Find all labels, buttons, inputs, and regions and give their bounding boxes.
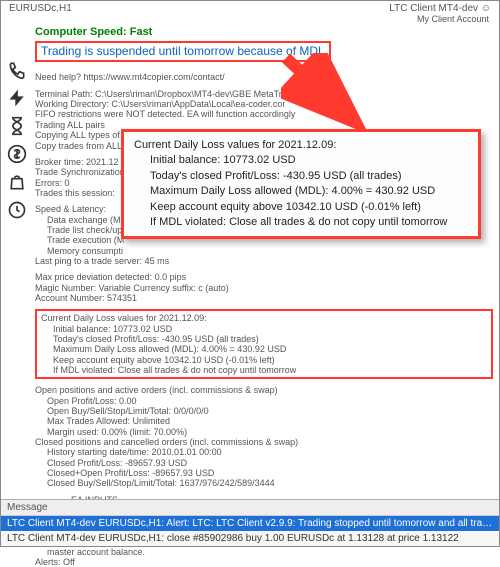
journal-row-alert[interactable]: LTC Client MT4-dev EURUSDc,H1: Alert: LT… [1,516,499,531]
journal-panel: Message LTC Client MT4-dev EURUSDc,H1: A… [1,499,499,546]
sidebar-icons [7,26,31,567]
bag-icon [7,172,31,194]
fifo-line: FIFO restrictions were NOT detected. EA … [35,109,493,119]
callout-l4: Keep account equity above 10342.10 USD (… [150,200,468,215]
ea-panel: Computer Speed: Fast Trading is suspende… [31,26,493,567]
magic-number: Magic Number: Variable Currency suffix: … [35,283,493,293]
mdl-initial: Initial balance: 10773.02 USD [41,324,487,334]
mdl-inline-box: Current Daily Loss values for 2021.12.09… [35,309,493,379]
master-balance: master account balance. [35,547,493,557]
dollar-icon [7,144,31,166]
hourglass-icon [7,116,31,138]
closed-pl: Closed Profit/Loss: -89657.93 USD [35,458,493,468]
mdl-closedpl: Today's closed Profit/Loss: -430.95 USD … [41,334,487,344]
closed-counts: Closed Buy/Sell/Stop/Limit/Total: 1637/9… [35,478,493,488]
computer-speed-label: Computer Speed: Fast [35,26,493,39]
closed-open-pl: Closed+Open Profit/Loss: -89657.93 USD [35,468,493,478]
callout-title: Current Daily Loss values for 2021.12.09… [134,138,468,153]
closed-title: Closed positions and cancelled orders (i… [35,437,493,447]
phone-icon [7,60,31,82]
account-block: Max price deviation detected: 0.0 pips M… [35,272,493,303]
my-client-account-link[interactable]: My Client Account [417,14,489,24]
suspended-banner: Trading is suspended until tomorrow beca… [35,41,331,63]
help-link[interactable]: Need help? https://www.mt4copier.com/con… [35,72,493,82]
journal-row-trade[interactable]: LTC Client MT4-dev EURUSDc,H1: close #85… [1,531,499,546]
open-title: Open positions and active orders (incl. … [35,385,493,395]
terminal-path: Terminal Path: C:\Users\riman\Dropbox\MT… [35,89,285,99]
chart-header: EURUSDc,H1 LTC Client MT4-dev ☺ [1,1,499,14]
working-dir: Working Directory: C:\Users\riman\AppDat… [35,99,285,109]
last-ping: Last ping to a trade server: 45 ms [35,256,493,266]
max-trades: Max Trades Allowed: Unlimited [35,416,493,426]
history-start: History starting date/time: 2010.01.01 0… [35,447,493,457]
open-counts: Open Buy/Sell/Stop/Limit/Total: 0/0/0/0/… [35,406,493,416]
journal-header[interactable]: Message [1,500,499,516]
callout-l1: Initial balance: 10773.02 USD [150,153,468,168]
callout-l3: Maximum Daily Loss allowed (MDL): 4.00% … [150,184,468,199]
alerts: Alerts: Off [35,557,493,567]
client-label: LTC Client MT4-dev ☺ [389,3,491,14]
bolt-icon [7,88,31,110]
mdl-allowed: Maximum Daily Loss allowed (MDL): 4.00% … [41,344,487,354]
open-pl: Open Profit/Loss: 0.00 [35,396,493,406]
open-positions-block: Open positions and active orders (incl. … [35,385,493,437]
account-number: Account Number: 574351 [35,293,493,303]
max-deviation: Max price deviation detected: 0.0 pips [35,272,493,282]
symbol-label: EURUSDc,H1 [9,3,72,14]
callout-l5: If MDL violated: Close all trades & do n… [150,215,468,230]
mdl-equity: Keep account equity above 10342.10 USD (… [41,355,487,365]
mdl-title: Current Daily Loss values for 2021.12.09… [41,313,487,323]
closed-positions-block: Closed positions and cancelled orders (i… [35,437,493,489]
mdl-action: If MDL violated: Close all trades & do n… [41,365,487,375]
memory: Memory consumpti [35,246,493,256]
margin-used: Margin used: 0.00% (limit: 70.00%) [35,427,493,437]
callout-l2: Today's closed Profit/Loss: -430.95 USD … [150,169,468,184]
mdl-callout-box: Current Daily Loss values for 2021.12.09… [121,129,481,239]
clock-icon [7,200,31,222]
